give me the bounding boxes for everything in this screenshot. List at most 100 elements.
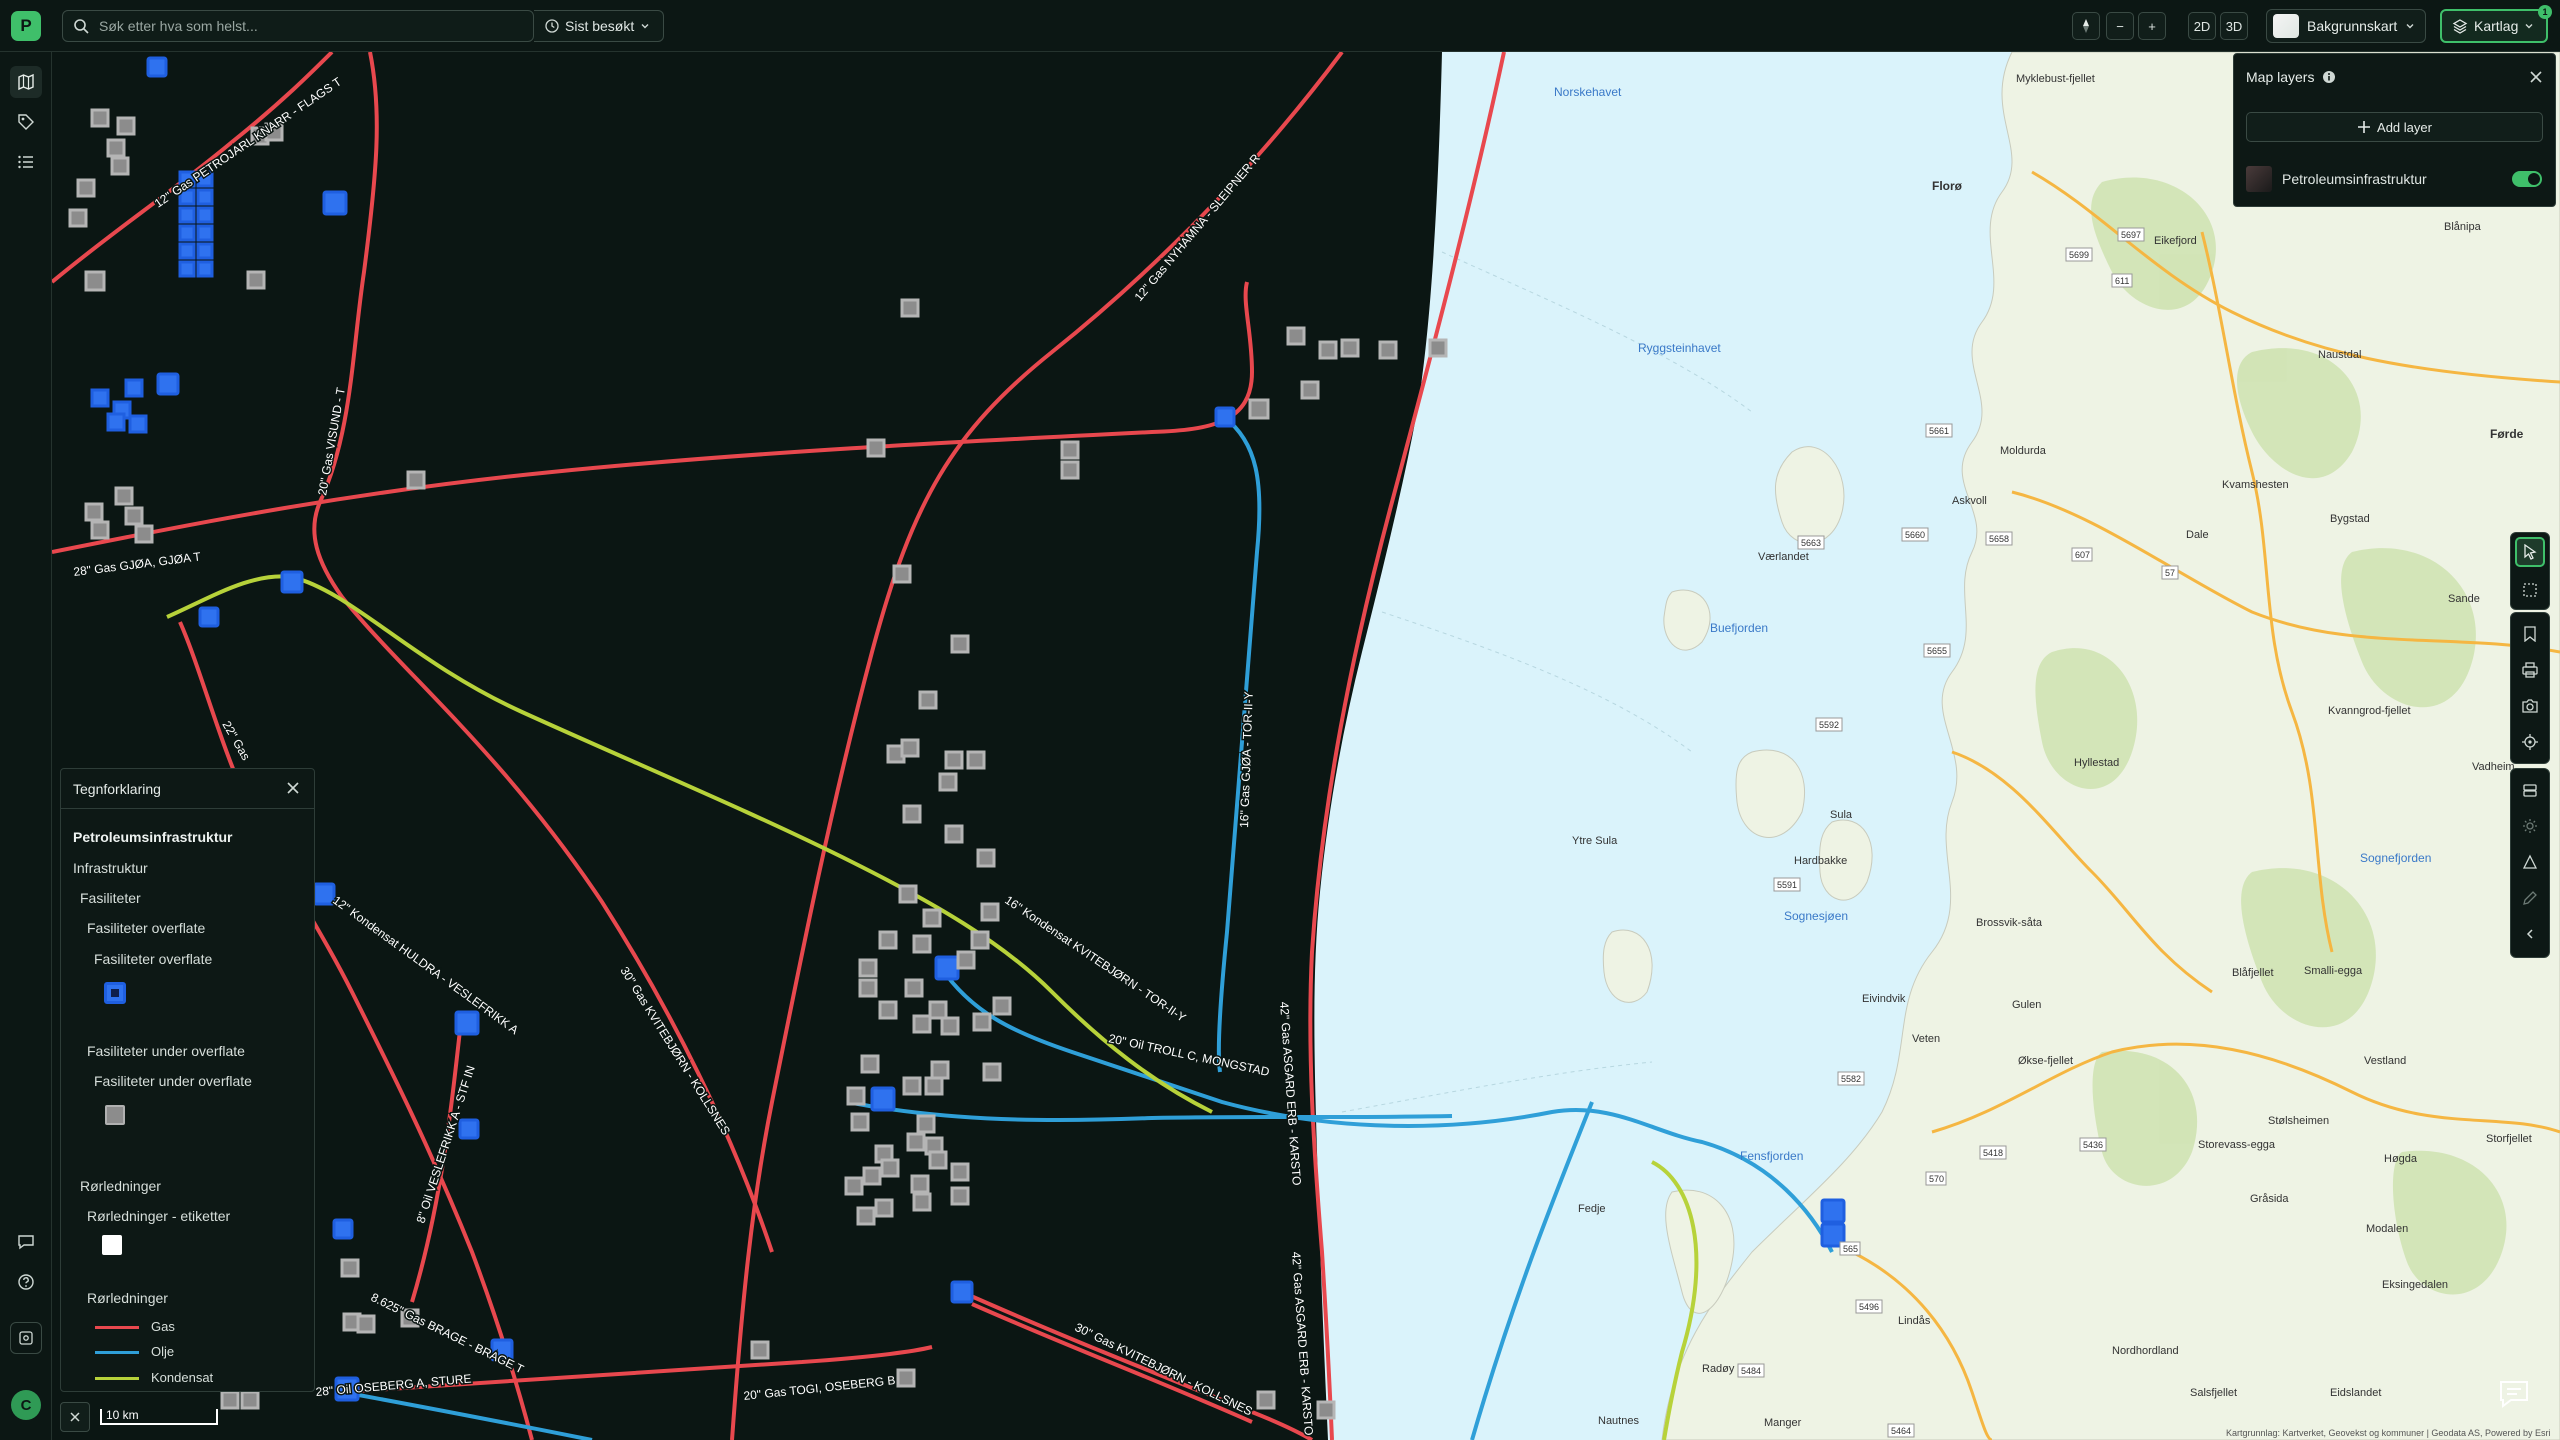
map-svg[interactable]: 12" Gas PETROJARL KNARR - FLAGS T 12" Ga… [52, 52, 2560, 1440]
place-label: Sula [1830, 809, 1853, 821]
place-label: Manger [1764, 1417, 1802, 1429]
search-icon [74, 19, 89, 34]
locate-button[interactable] [2515, 727, 2545, 757]
svg-text:565: 565 [1843, 1244, 1858, 1254]
chat-button[interactable] [2490, 1370, 2538, 1418]
sea-label: Buefjorden [1710, 621, 1768, 635]
sidebar-help-button[interactable] [10, 1266, 42, 1298]
svg-text:5484: 5484 [1741, 1366, 1761, 1376]
layer-visibility-toggle[interactable] [2512, 171, 2542, 187]
layer-thumbnail [2246, 166, 2272, 192]
legend-oil-label: Olje [151, 1344, 175, 1359]
area-select-button[interactable] [2515, 575, 2545, 605]
layers-count-badge: 1 [2538, 5, 2552, 19]
road-number: 611 [2111, 273, 2133, 288]
layers-button[interactable]: Kartlag 1 [2440, 5, 2552, 43]
screenshot-button[interactable] [2515, 691, 2545, 721]
print-button[interactable] [2515, 655, 2545, 685]
add-layer-button[interactable]: Add layer [2246, 112, 2543, 142]
place-label: Eksingedalen [2382, 1279, 2448, 1291]
place-label: Kvanngrod-fjellet [2328, 705, 2411, 717]
compass-button[interactable] [2072, 12, 2100, 40]
svg-text:5418: 5418 [1983, 1148, 2003, 1158]
clock-icon [545, 19, 559, 33]
place-label: Økse-fjellet [2018, 1055, 2073, 1067]
road-number: 5592 [1815, 717, 1843, 732]
road-number: 5658 [1985, 531, 2013, 546]
legend-oil-swatch [95, 1351, 139, 1354]
place-label: Gråsida [2250, 1193, 2289, 1205]
road-number: 607 [2071, 547, 2093, 562]
sidebar-map-button[interactable] [10, 66, 42, 98]
legend-under-swatch [105, 1105, 125, 1125]
cursor-icon [2524, 544, 2537, 560]
location-icon [2522, 734, 2538, 750]
place-label: Lindås [1898, 1315, 1931, 1327]
info-icon[interactable] [2322, 70, 2336, 84]
select-tool-button[interactable] [2515, 537, 2545, 567]
place-label: Myklebust-fjellet [2016, 73, 2095, 85]
svg-text:5660: 5660 [1905, 530, 1925, 540]
search-box[interactable] [62, 10, 534, 42]
user-avatar[interactable]: C [11, 1390, 41, 1420]
basemap-thumbnail [2273, 14, 2299, 38]
legend-title: Tegnforklaring [73, 780, 161, 797]
place-label: Stølsheimen [2268, 1115, 2329, 1127]
place-label: Gulen [2012, 999, 2041, 1011]
layers-icon [2452, 19, 2468, 34]
triangle-icon [2522, 854, 2538, 869]
road-number: 570 [1925, 1171, 1947, 1186]
collapse-toolbar-button[interactable] [2515, 919, 2545, 949]
place-label: Nautnes [1598, 1415, 1639, 1427]
svg-text:607: 607 [2075, 550, 2090, 560]
camera-icon [2522, 699, 2538, 713]
chat-icon [2500, 1381, 2528, 1408]
zoom-out-button[interactable]: − [2106, 12, 2134, 40]
layers-tool-button[interactable] [2515, 775, 2545, 805]
add-layer-label: Add layer [2377, 119, 2432, 135]
place-label: Sande [2448, 593, 2480, 605]
legend-gas-swatch [95, 1326, 139, 1329]
road-number: 5660 [1901, 527, 1929, 542]
draw-button[interactable] [2515, 883, 2545, 913]
action-tools [2510, 612, 2550, 764]
measure-button[interactable] [2515, 847, 2545, 877]
place-label: Askvoll [1952, 495, 1987, 507]
layer-row[interactable]: Petroleumsinfrastruktur [2246, 164, 2546, 194]
sea-label: Sognesjøen [1784, 909, 1848, 923]
plus-icon [2358, 121, 2371, 133]
settings-icon [19, 1331, 33, 1345]
chevron-down-icon [641, 24, 649, 29]
sidebar-tags-button[interactable] [10, 106, 42, 138]
sea-label: Ryggsteinhavet [1638, 341, 1721, 355]
svg-text:5663: 5663 [1801, 538, 1821, 548]
place-label: Høgda [2384, 1153, 2418, 1165]
app-logo[interactable]: P [11, 11, 41, 41]
svg-text:570: 570 [1929, 1174, 1944, 1184]
basemap-dropdown[interactable]: Bakgrunnskart [2266, 9, 2426, 43]
place-label: Florø [1932, 179, 1963, 193]
search-input[interactable] [99, 18, 519, 34]
close-scale-button[interactable] [60, 1402, 90, 1432]
sidebar-list-button[interactable] [10, 146, 42, 178]
sea-label: Fensfjorden [1740, 1149, 1803, 1163]
compass-icon [2083, 19, 2089, 33]
bookmark-button[interactable] [2515, 619, 2545, 649]
close-icon[interactable] [2529, 70, 2543, 84]
brightness-button[interactable] [2515, 811, 2545, 841]
sidebar-feedback-button[interactable] [10, 1226, 42, 1258]
chevron-down-icon [2406, 24, 2414, 29]
place-label: Modalen [2366, 1223, 2408, 1235]
sidebar-settings-button[interactable] [10, 1322, 42, 1354]
map-attribution: Kartgrunnlag: Kartverket, Geovekst og ko… [2226, 1428, 2551, 1438]
svg-text:5658: 5658 [1989, 534, 2009, 544]
zoom-in-button[interactable]: + [2138, 12, 2166, 40]
road-number: 5436 [2079, 1137, 2107, 1152]
recent-dropdown[interactable]: Sist besøkt [534, 10, 664, 42]
view-3d-button[interactable]: 3D [2220, 12, 2248, 40]
map-canvas[interactable]: 12" Gas PETROJARL KNARR - FLAGS T 12" Ga… [52, 52, 2560, 1440]
view-2d-button[interactable]: 2D [2188, 12, 2216, 40]
place-label: Ytre Sula [1572, 835, 1618, 847]
close-icon[interactable] [286, 781, 300, 795]
draw-tools [2510, 768, 2550, 958]
